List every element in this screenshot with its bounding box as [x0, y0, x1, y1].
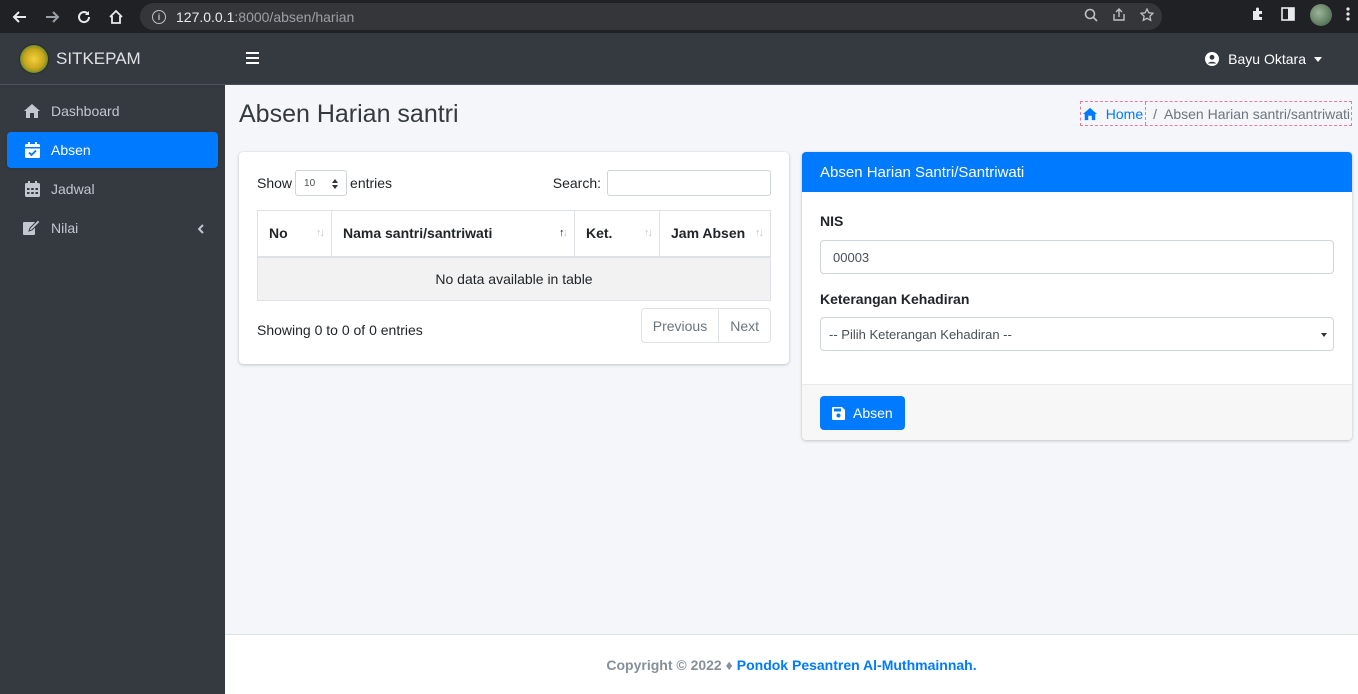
- table-search: Search:: [553, 170, 771, 196]
- home-icon: [1082, 107, 1097, 120]
- pagination: Previous Next: [640, 308, 771, 343]
- empty-table-message: No data available in table: [257, 256, 771, 301]
- bookmark-star-icon[interactable]: [1139, 7, 1155, 25]
- column-header-no[interactable]: No ↑↓: [257, 210, 332, 258]
- search-input[interactable]: [607, 170, 771, 196]
- brand-logo: [20, 44, 48, 73]
- nis-label: NIS: [820, 213, 844, 229]
- user-dropdown[interactable]: Bayu Oktara: [1205, 51, 1322, 67]
- kebab-menu-icon[interactable]: [1346, 6, 1350, 25]
- show-label: Show: [257, 175, 293, 191]
- nis-input[interactable]: 00003: [820, 240, 1334, 274]
- updown-caret-icon: [332, 179, 339, 189]
- sort-icon: ↑↓: [755, 227, 764, 239]
- breadcrumb-home-link[interactable]: Home: [1082, 102, 1147, 125]
- url-host: 127.0.0.1: [176, 8, 235, 25]
- column-header-nama[interactable]: Nama santri/santriwati ↑↓: [331, 210, 575, 258]
- chevron-left-icon: [197, 221, 204, 237]
- entries-label: entries: [350, 175, 393, 191]
- reload-icon[interactable]: [72, 5, 96, 29]
- save-icon: [832, 406, 845, 420]
- sidebar-item-label: Absen: [51, 142, 91, 158]
- sidebar-item-absen[interactable]: Absen: [7, 132, 218, 168]
- table-row: No data available in table: [257, 256, 771, 301]
- org-link[interactable]: Pondok Pesantren Al-Muthmainnah.: [737, 657, 977, 673]
- sidebar-menu: Dashboard Absen Jadwal Nilai: [0, 85, 225, 257]
- caret-down-icon: [1314, 56, 1322, 62]
- nis-value: 00003: [833, 249, 870, 265]
- side-panel-icon[interactable]: [1280, 6, 1296, 25]
- top-navbar: Bayu Oktara: [225, 33, 1358, 85]
- content-wrapper: Absen Harian santri Home / Absen Harian …: [225, 85, 1358, 634]
- sidebar: SITKEPAM Dashboard Absen Jadwal Nilai: [0, 33, 225, 694]
- absen-button-label: Absen: [853, 405, 893, 421]
- brand-link[interactable]: SITKEPAM: [0, 33, 225, 85]
- calendar-icon: [23, 180, 41, 198]
- keterangan-label: Keterangan Kehadiran: [820, 291, 970, 307]
- search-label: Search:: [552, 175, 601, 191]
- copyright-text: Copyright © 2022 ♦: [606, 656, 733, 673]
- user-name: Bayu Oktara: [1228, 51, 1306, 67]
- sort-asc-icon: ↑↓: [559, 227, 568, 239]
- edit-icon: [23, 219, 41, 237]
- sidebar-item-jadwal[interactable]: Jadwal: [7, 171, 218, 207]
- table-info: Showing 0 to 0 of 0 entries: [257, 322, 423, 338]
- profile-avatar[interactable]: [1310, 4, 1332, 26]
- previous-page-button[interactable]: Previous: [642, 309, 718, 342]
- url-path: :8000/absen/harian: [234, 8, 355, 25]
- browser-toolbar: i 127.0.0.1:8000/absen/harian: [0, 0, 1358, 33]
- breadcrumb: Home / Absen Harian santri/santriwati: [1079, 101, 1352, 126]
- sidebar-item-label: Nilai: [51, 220, 79, 236]
- extensions-icon[interactable]: [1250, 6, 1266, 25]
- entries-length-select[interactable]: 10: [295, 170, 348, 196]
- page-footer: Copyright © 2022 ♦ Pondok Pesantren Al-M…: [225, 634, 1358, 694]
- sidebar-item-label: Dashboard: [51, 103, 120, 119]
- breadcrumb-current: Absen Harian santri/santriwati: [1164, 105, 1350, 122]
- breadcrumb-separator: /: [1153, 105, 1158, 122]
- address-bar[interactable]: i 127.0.0.1:8000/absen/harian: [140, 3, 1162, 30]
- breadcrumb-home-label: Home: [1105, 105, 1144, 122]
- sidebar-item-dashboard[interactable]: Dashboard: [7, 93, 218, 129]
- entries-length-value: 10: [304, 177, 316, 189]
- keterangan-selected-value: -- Pilih Keterangan Kehadiran --: [829, 326, 1012, 342]
- calendar-check-icon: [23, 141, 41, 159]
- sidebar-item-nilai[interactable]: Nilai: [7, 210, 218, 246]
- entries-length-control: Show 10 entries: [257, 170, 392, 196]
- sort-icon: ↑↓: [644, 227, 653, 239]
- share-icon[interactable]: [1112, 8, 1126, 25]
- sort-icon: ↑↓: [316, 227, 325, 239]
- column-header-jam-absen[interactable]: Jam Absen ↑↓: [659, 210, 771, 258]
- sidebar-item-label: Jadwal: [51, 181, 95, 197]
- next-page-button[interactable]: Next: [718, 309, 770, 342]
- site-info-icon[interactable]: i: [152, 9, 166, 24]
- absen-submit-button[interactable]: Absen: [820, 396, 905, 430]
- attendance-table: No ↑↓ Nama santri/santriwati ↑↓ Ket. ↑↓ Jam…: [257, 210, 771, 301]
- home-browser-icon[interactable]: [104, 5, 128, 29]
- keterangan-select[interactable]: -- Pilih Keterangan Kehadiran --: [820, 317, 1334, 351]
- form-card-title: Absen Harian Santri/Santriwati: [802, 152, 1352, 192]
- zoom-icon[interactable]: [1084, 8, 1098, 25]
- brand-name: SITKEPAM: [56, 48, 141, 68]
- page-title: Absen Harian santri: [239, 100, 459, 128]
- caret-down-icon: [1321, 333, 1327, 337]
- home-icon: [23, 102, 41, 120]
- form-card-footer: Absen: [802, 384, 1352, 440]
- attendance-form-card: Absen Harian Santri/Santriwati NIS 00003…: [802, 152, 1352, 440]
- back-icon[interactable]: [8, 5, 32, 29]
- column-header-ket[interactable]: Ket. ↑↓: [574, 210, 660, 258]
- menu-toggle-icon[interactable]: [246, 52, 259, 64]
- url-text: 127.0.0.1:8000/absen/harian: [176, 9, 354, 25]
- user-circle-icon: [1205, 52, 1220, 66]
- attendance-table-card: Show 10 entries Search: No ↑↓ Nama santri…: [239, 152, 789, 364]
- forward-icon[interactable]: [40, 5, 64, 29]
